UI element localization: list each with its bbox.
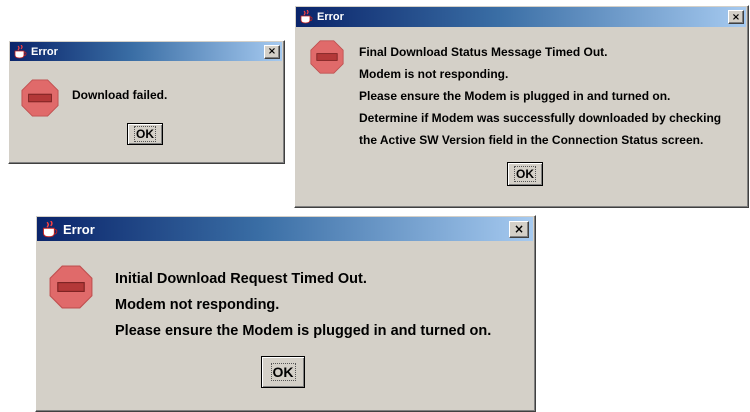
message-line: Please ensure the Modem is plugged in an… — [359, 89, 671, 103]
message-line: the Active SW Version field in the Conne… — [359, 133, 704, 147]
stop-sign-icon — [49, 265, 93, 309]
stop-sign-icon — [310, 40, 344, 74]
message-line: Modem not responding. — [115, 297, 280, 313]
ok-button[interactable]: OK — [507, 162, 543, 186]
error-dialog-final-download-status: Error × Final Download Status Message Ti… — [294, 5, 749, 208]
close-icon: × — [731, 11, 741, 23]
dialog-title: Error — [31, 45, 58, 58]
java-coffee-cup-icon — [14, 44, 27, 58]
dialog-title: Error — [63, 221, 95, 237]
close-icon: × — [513, 222, 525, 236]
ok-button-label: OK — [514, 166, 536, 182]
error-message: Initial Download Request Timed Out. Mode… — [115, 266, 491, 344]
ok-button[interactable]: OK — [261, 356, 305, 388]
message-line: Modem is not responding. — [359, 67, 509, 81]
message-line: Please ensure the Modem is plugged in an… — [115, 323, 492, 339]
title-bar[interactable]: Error × — [296, 7, 746, 27]
message-line: Determine if Modem was successfully down… — [359, 111, 722, 125]
message-line: Download failed. — [72, 88, 168, 102]
close-icon: × — [267, 46, 277, 57]
java-coffee-cup-icon — [42, 220, 58, 237]
close-button[interactable]: × — [509, 220, 529, 238]
error-dialog-download-failed: Error × Download failed. OK — [8, 40, 285, 164]
error-message: Download failed. — [72, 88, 167, 102]
error-dialog-initial-download-request: Error × Initial Download Request Timed O… — [35, 215, 536, 412]
close-button[interactable]: × — [728, 10, 744, 24]
ok-button-label: OK — [270, 363, 296, 381]
error-message: Final Download Status Message Timed Out.… — [359, 41, 721, 151]
dialog-title: Error — [317, 11, 344, 23]
message-line: Final Download Status Message Timed Out. — [359, 45, 608, 59]
message-line: Initial Download Request Timed Out. — [115, 271, 367, 287]
title-bar[interactable]: Error × — [37, 217, 533, 241]
ok-button[interactable]: OK — [127, 123, 163, 145]
stop-sign-icon — [21, 79, 59, 117]
title-bar[interactable]: Error × — [10, 42, 282, 61]
close-button[interactable]: × — [264, 44, 280, 59]
ok-button-label: OK — [134, 126, 156, 142]
java-coffee-cup-icon — [300, 10, 313, 24]
